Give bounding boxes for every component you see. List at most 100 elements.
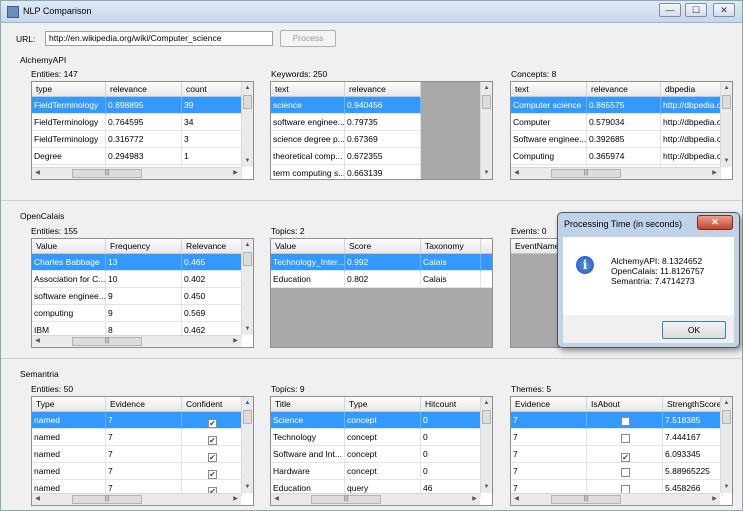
scroll-right-icon[interactable]: ▶	[709, 168, 720, 179]
scroll-left-icon[interactable]: ◀	[32, 494, 43, 505]
table-row[interactable]: Software enginee... 0.392685 http://dbpedi…	[511, 131, 721, 148]
column-header[interactable]: relevance	[587, 82, 661, 97]
table-row[interactable]: named 7 ✔	[32, 429, 242, 446]
column-header[interactable]: Taxonomy	[421, 239, 481, 254]
ok-button[interactable]: OK	[662, 321, 726, 339]
vertical-scrollbar[interactable]: ▲ ▼	[480, 82, 492, 179]
column-header[interactable]: Evidence	[511, 397, 587, 412]
column-header[interactable]: text	[511, 82, 587, 97]
table-row[interactable]: theoretical comp... 0.672355	[271, 148, 421, 165]
close-button[interactable]: ✕	[713, 3, 735, 17]
table-row[interactable]: Computing 0.365974 http://dbpedia.o	[511, 148, 721, 165]
vertical-scrollbar[interactable]: ▲ ▼	[720, 82, 732, 167]
scroll-thumb[interactable]	[482, 95, 491, 109]
table-row[interactable]: 7 7.518385	[511, 412, 723, 429]
scroll-up-icon[interactable]: ▲	[721, 82, 732, 94]
scroll-right-icon[interactable]: ▶	[230, 336, 241, 347]
scroll-thumb[interactable]	[722, 95, 731, 109]
scroll-thumb[interactable]	[722, 410, 731, 424]
scroll-down-icon[interactable]: ▼	[721, 481, 732, 493]
scroll-left-icon[interactable]: ◀	[32, 168, 43, 179]
process-button[interactable]: Process	[280, 30, 336, 47]
alchemy-keywords-grid[interactable]: text relevance science 0.940456 software eng…	[270, 81, 493, 180]
horizontal-scrollbar[interactable]: ◀ ||| ▶	[32, 335, 241, 347]
checked-checkbox[interactable]: ✔	[208, 470, 217, 479]
table-row[interactable]: named 7 ✔	[32, 412, 242, 429]
horizontal-scrollbar[interactable]: ◀ ||| ▶	[511, 493, 720, 505]
scroll-up-icon[interactable]: ▲	[242, 397, 253, 409]
semantria-topics-grid[interactable]: Title Type Hitcount Science concept 0 Technolo…	[270, 396, 493, 506]
column-header[interactable]: Evidence	[106, 397, 182, 412]
scroll-left-icon[interactable]: ◀	[271, 494, 282, 505]
horizontal-scrollbar[interactable]: ◀ ||| ▶	[32, 167, 241, 179]
table-row[interactable]: software enginee... 0.79735	[271, 114, 421, 131]
checked-checkbox[interactable]: ✔	[621, 453, 630, 462]
column-header[interactable]: Hitcount	[421, 397, 481, 412]
table-row[interactable]: Degree 0.294983 1	[32, 148, 242, 165]
semantria-themes-grid[interactable]: Evidence IsAbout StrengthScore 7 7.518385 7 7.…	[510, 396, 733, 506]
table-row[interactable]: 7 ✔ 6.093345	[511, 446, 723, 463]
table-row[interactable]: Technology_Inter... 0.992 Calais	[271, 254, 492, 271]
scroll-thumb[interactable]	[243, 410, 252, 424]
table-row[interactable]: FieldTerminology 0.316772 3	[32, 131, 242, 148]
scroll-left-icon[interactable]: ◀	[511, 168, 522, 179]
table-row[interactable]: Hardware concept 0	[271, 463, 481, 480]
scroll-right-icon[interactable]: ▶	[469, 494, 480, 505]
scroll-thumb[interactable]: |||	[72, 169, 142, 178]
vertical-scrollbar[interactable]: ▲ ▼	[241, 397, 253, 493]
scroll-thumb[interactable]: |||	[551, 169, 621, 178]
column-header[interactable]: count	[182, 82, 242, 97]
horizontal-scrollbar[interactable]: ◀ ||| ▶	[271, 493, 480, 505]
column-header[interactable]: Confident	[182, 397, 242, 412]
column-header[interactable]: Type	[345, 397, 421, 412]
scroll-thumb[interactable]: |||	[72, 337, 142, 346]
scroll-thumb[interactable]	[243, 252, 252, 266]
opencalais-events-grid[interactable]: EventName	[510, 238, 560, 348]
table-row[interactable]: named 7 ✔	[32, 463, 242, 480]
column-header[interactable]: Value	[271, 239, 345, 254]
table-row[interactable]: Technology concept 0	[271, 429, 481, 446]
scroll-down-icon[interactable]: ▼	[242, 323, 253, 335]
table-row[interactable]: Computer 0.579034 http://dbpedia.o	[511, 114, 721, 131]
table-row[interactable]: software enginee... 9 0.450	[32, 288, 242, 305]
scroll-down-icon[interactable]: ▼	[481, 167, 492, 179]
minimize-button[interactable]: —	[659, 3, 681, 17]
alchemy-entities-grid[interactable]: type relevance count FieldTerminology 0.8988…	[31, 81, 254, 180]
column-header[interactable]: StrengthScore	[663, 397, 723, 412]
table-row[interactable]: Association for C... 10 0.402	[32, 271, 242, 288]
column-header[interactable]: Type	[32, 397, 106, 412]
unchecked-checkbox[interactable]	[621, 417, 630, 426]
column-header[interactable]: dbpedia	[661, 82, 721, 97]
table-row[interactable]: Charles Babbage 13 0.465	[32, 254, 242, 271]
scroll-up-icon[interactable]: ▲	[481, 82, 492, 94]
scroll-thumb[interactable]	[243, 95, 252, 109]
column-header[interactable]: type	[32, 82, 106, 97]
checked-checkbox[interactable]: ✔	[208, 436, 217, 445]
checked-checkbox[interactable]: ✔	[208, 453, 217, 462]
column-header[interactable]: Title	[271, 397, 345, 412]
scroll-right-icon[interactable]: ▶	[709, 494, 720, 505]
table-row[interactable]: computing 9 0.569	[32, 305, 242, 322]
horizontal-scrollbar[interactable]: ◀ ||| ▶	[511, 167, 720, 179]
scroll-thumb[interactable]: |||	[72, 495, 142, 504]
scroll-right-icon[interactable]: ▶	[230, 168, 241, 179]
column-header[interactable]: Relevance	[182, 239, 242, 254]
scroll-down-icon[interactable]: ▼	[242, 155, 253, 167]
opencalais-topics-grid[interactable]: Value Score Taxonomy Technology_Inter... 0.9…	[270, 238, 493, 348]
table-row[interactable]: FieldTerminology 0.764595 34	[32, 114, 242, 131]
vertical-scrollbar[interactable]: ▲ ▼	[720, 397, 732, 493]
table-row[interactable]: term computing s... 0.663139	[271, 165, 421, 179]
alchemy-concepts-grid[interactable]: text relevance dbpedia Computer science 0.86…	[510, 81, 733, 180]
table-row[interactable]: Science concept 0	[271, 412, 481, 429]
table-row[interactable]: named 7 ✔	[32, 446, 242, 463]
column-header[interactable]: Frequency	[106, 239, 182, 254]
url-input[interactable]: http://en.wikipedia.org/wiki/Computer_sc…	[45, 31, 273, 46]
scroll-thumb[interactable]: |||	[311, 495, 381, 504]
horizontal-scrollbar[interactable]: ◀ ||| ▶	[32, 493, 241, 505]
column-header[interactable]: text	[271, 82, 345, 97]
scroll-up-icon[interactable]: ▲	[242, 82, 253, 94]
vertical-scrollbar[interactable]: ▲ ▼	[480, 397, 492, 493]
table-row[interactable]: science 0.940456	[271, 97, 421, 114]
column-header[interactable]: IsAbout	[587, 397, 663, 412]
scroll-left-icon[interactable]: ◀	[32, 336, 43, 347]
